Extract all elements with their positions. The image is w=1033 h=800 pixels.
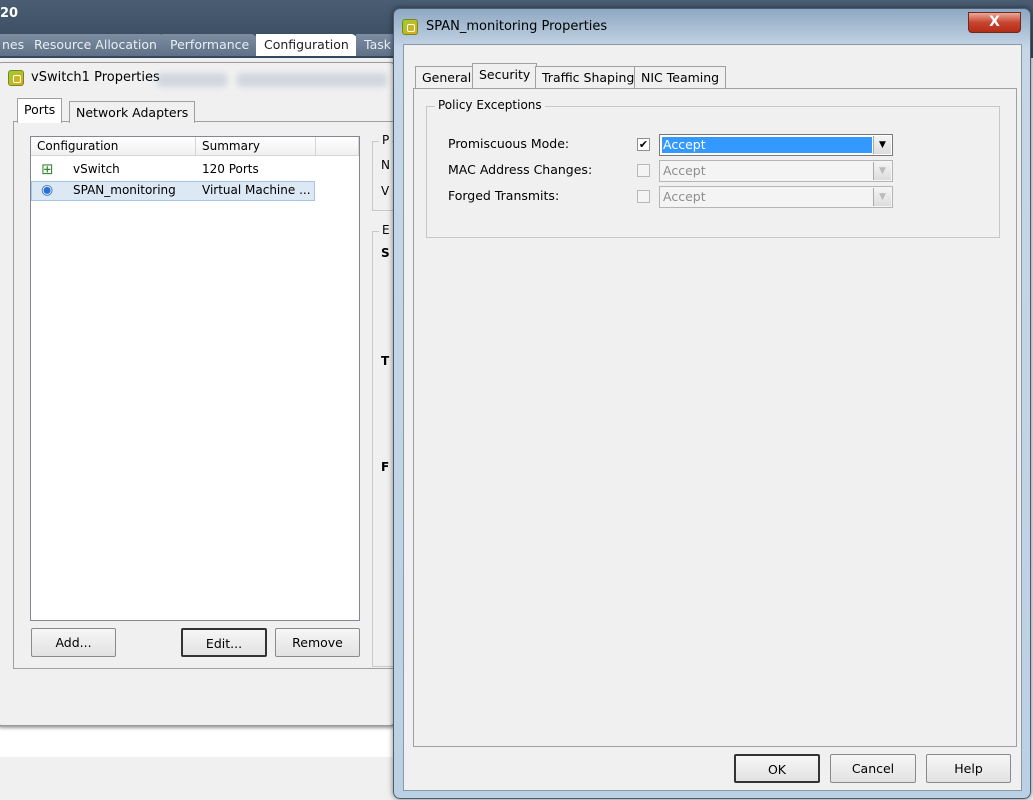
select-value: Accept [663, 163, 706, 178]
host-title: 20 [0, 6, 19, 21]
background-strip [0, 757, 400, 800]
vswitch-properties-dialog: vSwitch1 Properties Ports Network Adapte… [0, 62, 412, 726]
forged-transmits-label: Forged Transmits: [448, 188, 560, 203]
vsphere-app-icon [402, 19, 418, 35]
column-header-summary[interactable]: Summary [196, 137, 316, 156]
promiscuous-mode-label: Promiscuous Mode: [448, 136, 570, 151]
tab-performance[interactable]: Performance [162, 34, 258, 56]
add-button[interactable]: Add... [31, 628, 116, 657]
tab-configuration[interactable]: Configuration [256, 34, 357, 56]
row-configuration: vSwitch [73, 162, 120, 176]
chevron-down-icon[interactable]: ▼ [873, 188, 891, 206]
policy-exceptions-group: Policy Exceptions Promiscuous Mode: ✔ Ac… [426, 98, 1000, 238]
section-heading: T [381, 354, 390, 368]
edit-button[interactable]: Edit... [181, 628, 267, 657]
select-value: Accept [662, 137, 872, 153]
dialog-title: vSwitch1 Properties [31, 70, 160, 85]
dialog-client-area: General Security Traffic Shaping NIC Tea… [403, 44, 1022, 791]
tab-general[interactable]: General [415, 66, 479, 88]
column-header-configuration[interactable]: Configuration [31, 137, 196, 156]
list-item-selected[interactable]: ◉ SPAN_monitoring Virtual Machine ... [31, 181, 315, 201]
promiscuous-mode-override-checkbox[interactable]: ✔ [637, 138, 650, 151]
vswitch-icon: ⊞ [41, 160, 54, 178]
cancel-button[interactable]: Cancel [830, 754, 916, 783]
property-label: N [381, 158, 390, 172]
tab-security[interactable]: Security [472, 63, 538, 88]
group-title: E [379, 223, 393, 237]
tab-network-adapters[interactable]: Network Adapters [69, 101, 196, 123]
section-heading: S [381, 246, 390, 260]
chevron-down-icon[interactable]: ▼ [873, 136, 891, 154]
promiscuous-mode-select[interactable]: Accept ▼ [659, 134, 893, 156]
tab-nic-teaming[interactable]: NIC Teaming [634, 66, 727, 88]
ok-button[interactable]: OK [734, 754, 820, 783]
property-label: V [381, 184, 390, 198]
list-item[interactable]: ⊞ vSwitch 120 Ports [31, 160, 315, 180]
blurred-label [157, 73, 227, 87]
vsphere-app-icon [8, 70, 24, 86]
row-summary: 120 Ports [202, 162, 259, 176]
group-title: Policy Exceptions [435, 98, 545, 112]
port-group-icon: ◉ [41, 182, 54, 198]
group-title: P [379, 133, 393, 147]
chevron-down-icon[interactable]: ▼ [873, 162, 891, 180]
column-header-empty [316, 137, 359, 156]
close-button[interactable]: X [968, 12, 1021, 33]
section-heading: F [381, 460, 390, 474]
mac-address-changes-label: MAC Address Changes: [448, 162, 593, 177]
dialog-title: SPAN_monitoring Properties [426, 19, 608, 34]
ports-list[interactable]: Configuration Summary ⊞ vSwitch 120 Port… [30, 136, 360, 621]
span-monitoring-properties-dialog: SPAN_monitoring Properties X General Sec… [393, 8, 1031, 799]
remove-button[interactable]: Remove [275, 628, 360, 657]
tab-resource-allocation[interactable]: Resource Allocation [26, 34, 165, 56]
forged-transmits-select[interactable]: Accept ▼ [659, 186, 893, 208]
blurred-label [237, 73, 387, 87]
mac-address-changes-override-checkbox[interactable] [637, 164, 650, 177]
help-button[interactable]: Help [926, 754, 1011, 783]
forged-transmits-override-checkbox[interactable] [637, 190, 650, 203]
mac-address-changes-select[interactable]: Accept ▼ [659, 160, 893, 182]
row-configuration: SPAN_monitoring [73, 183, 176, 197]
tab-traffic-shaping[interactable]: Traffic Shaping [535, 66, 642, 88]
select-value: Accept [663, 189, 706, 204]
row-summary: Virtual Machine ... [202, 183, 311, 197]
tab-ports[interactable]: Ports [17, 98, 63, 123]
